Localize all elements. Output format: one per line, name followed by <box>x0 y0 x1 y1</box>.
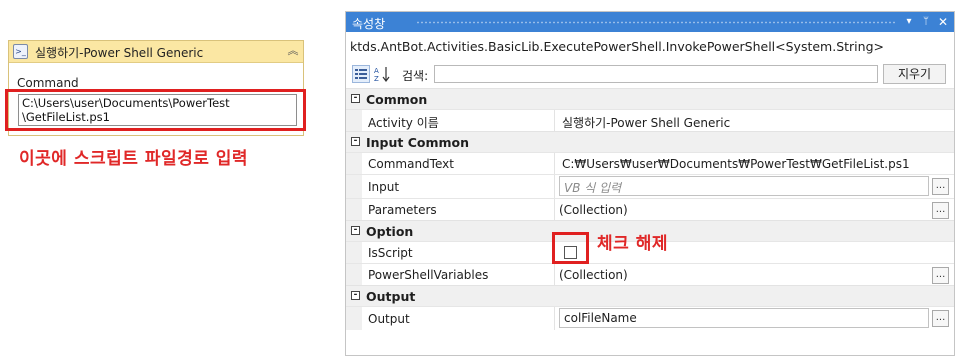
property-row-output[interactable]: Output colFileName ... <box>346 306 954 330</box>
row-gutter <box>346 199 362 220</box>
chevron-up-double-icon[interactable]: ︽ <box>285 43 301 59</box>
column-divider <box>554 153 555 174</box>
property-name: Output <box>368 312 410 326</box>
category-common[interactable]: - Common <box>346 88 954 109</box>
property-name: PowerShellVariables <box>368 268 489 282</box>
category-output[interactable]: - Output <box>346 285 954 306</box>
property-name: CommandText <box>368 157 454 171</box>
column-divider <box>554 199 555 220</box>
row-gutter <box>346 264 362 285</box>
column-divider <box>554 307 555 330</box>
row-gutter <box>346 242 362 263</box>
pin-icon[interactable]: ᛘ <box>919 14 933 30</box>
property-row-powershellvariables[interactable]: PowerShellVariables (Collection) ... <box>346 263 954 285</box>
property-name: IsScript <box>368 246 413 260</box>
row-gutter <box>346 153 362 174</box>
powershell-icon: >_ <box>13 44 28 59</box>
category-label: Output <box>366 289 416 304</box>
property-grid: - Common Activity 이름 실행하기-Power Shell Ge… <box>346 88 954 330</box>
category-label: Option <box>366 224 414 239</box>
command-highlight-box <box>5 89 306 131</box>
properties-panel: 속성창 ▾ ᛘ ✕ ktds.AntBot.Activities.BasicLi… <box>345 11 955 356</box>
property-row-input[interactable]: Input VB 식 입력 ... <box>346 174 954 198</box>
ellipsis-button[interactable]: ... <box>932 178 949 195</box>
property-value: (Collection) <box>559 268 628 282</box>
path-note: 이곳에 스크립트 파일경로 입력 <box>19 149 249 169</box>
row-gutter <box>346 307 362 330</box>
category-input-common[interactable]: - Input Common <box>346 131 954 152</box>
checkbox-note: 체크 해제 <box>597 234 668 254</box>
svg-text:A: A <box>374 67 379 75</box>
property-name: Input <box>368 180 400 194</box>
property-value[interactable]: C:₩Users₩user₩Documents₩PowerTest₩GetFil… <box>562 157 910 171</box>
category-label: Input Common <box>366 135 470 150</box>
collapse-minus-icon[interactable]: - <box>351 226 360 235</box>
properties-toolbar: A Z 검색: 지우기 <box>346 62 954 88</box>
vb-expression-input[interactable]: VB 식 입력 <box>559 176 929 196</box>
property-name: Parameters <box>368 203 437 217</box>
property-value: (Collection) <box>559 203 628 217</box>
categorized-view-icon[interactable] <box>352 65 370 83</box>
column-divider <box>554 175 555 198</box>
dropdown-arrow-icon[interactable]: ▾ <box>902 14 916 30</box>
collapse-minus-icon[interactable]: - <box>351 94 360 103</box>
close-icon[interactable]: ✕ <box>936 14 950 30</box>
alphabetical-sort-icon[interactable]: A Z <box>373 65 391 83</box>
column-divider <box>554 264 555 285</box>
property-value[interactable]: 실행하기-Power Shell Generic <box>562 114 730 131</box>
ellipsis-button[interactable]: ... <box>932 202 949 219</box>
row-gutter <box>346 110 362 131</box>
collapse-minus-icon[interactable]: - <box>351 137 360 146</box>
properties-title: 속성창 <box>352 17 386 31</box>
search-label: 검색: <box>402 69 429 83</box>
column-divider <box>554 110 555 131</box>
titlebar-grip <box>416 21 896 24</box>
search-input[interactable] <box>434 65 878 83</box>
clear-button[interactable]: 지우기 <box>883 64 946 84</box>
category-label: Common <box>366 92 428 107</box>
output-variable-input[interactable]: colFileName <box>559 308 929 328</box>
property-name: Activity 이름 <box>368 116 439 130</box>
property-row-commandtext[interactable]: CommandText C:₩Users₩user₩Documents₩Powe… <box>346 152 954 174</box>
property-row-activity-name[interactable]: Activity 이름 실행하기-Power Shell Generic <box>346 109 954 131</box>
row-gutter <box>346 175 362 198</box>
checkbox-highlight-box <box>552 232 589 264</box>
ellipsis-button[interactable]: ... <box>932 267 949 284</box>
property-row-parameters[interactable]: Parameters (Collection) ... <box>346 198 954 220</box>
activity-title: 실행하기-Power Shell Generic <box>35 46 204 60</box>
svg-text:Z: Z <box>374 75 379 83</box>
activity-header[interactable]: >_ 실행하기-Power Shell Generic ︽ <box>9 41 303 63</box>
activity-type-name: ktds.AntBot.Activities.BasicLib.ExecuteP… <box>350 39 884 54</box>
command-label: Command <box>17 76 79 90</box>
ellipsis-button[interactable]: ... <box>932 310 949 327</box>
properties-titlebar[interactable]: 속성창 ▾ ᛘ ✕ <box>346 12 954 32</box>
collapse-minus-icon[interactable]: - <box>351 291 360 300</box>
